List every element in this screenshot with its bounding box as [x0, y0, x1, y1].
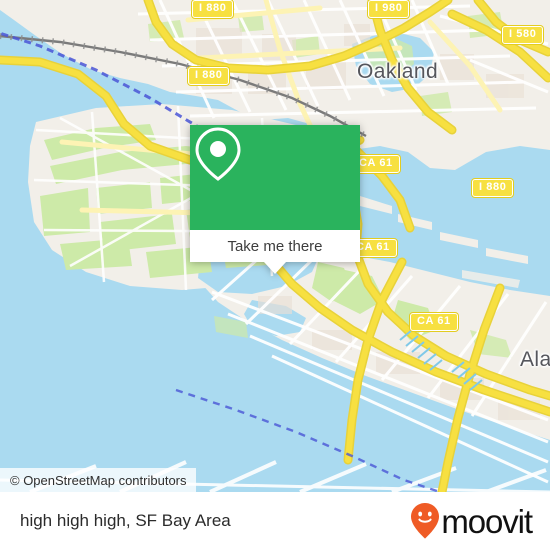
road-shield-i880-right[interactable]: I 880: [472, 179, 514, 197]
destination-popup-card[interactable]: Take me there: [190, 125, 360, 274]
road-shield-i980[interactable]: I 980: [368, 0, 410, 18]
osm-attribution[interactable]: © OpenStreetMap contributors: [0, 468, 196, 492]
road-shield-ca61-lower[interactable]: CA 61: [410, 313, 458, 331]
osm-attribution-label: © OpenStreetMap contributors: [10, 472, 187, 488]
popup-action-bar[interactable]: Take me there: [190, 230, 360, 262]
place-label-oakland: Oakland: [357, 60, 439, 83]
road-shield-i880-top[interactable]: I 880: [192, 0, 234, 18]
moovit-pin-smiley-icon: [411, 503, 440, 539]
footer-bar: high high high, SF Bay Area moovit: [0, 492, 550, 550]
map-screenshot-root: Oakland Ala I 880 I 980 I 580 I 880 CA 6…: [0, 0, 550, 550]
location-title: high high high, SF Bay Area: [20, 511, 231, 530]
road-shield-i880-left[interactable]: I 880: [188, 67, 230, 85]
popup-pointer-tail: [264, 262, 286, 274]
map-pin-icon: [195, 127, 241, 181]
road-shield-i580[interactable]: I 580: [502, 26, 544, 44]
moovit-brand[interactable]: moovit: [410, 502, 533, 540]
take-me-there-label: Take me there: [227, 237, 323, 255]
place-label-alameda: Ala: [520, 348, 550, 371]
moovit-wordmark: moovit: [441, 502, 533, 540]
map-canvas[interactable]: Oakland Ala I 880 I 980 I 580 I 880 CA 6…: [0, 0, 550, 492]
popup-header: [190, 125, 360, 230]
